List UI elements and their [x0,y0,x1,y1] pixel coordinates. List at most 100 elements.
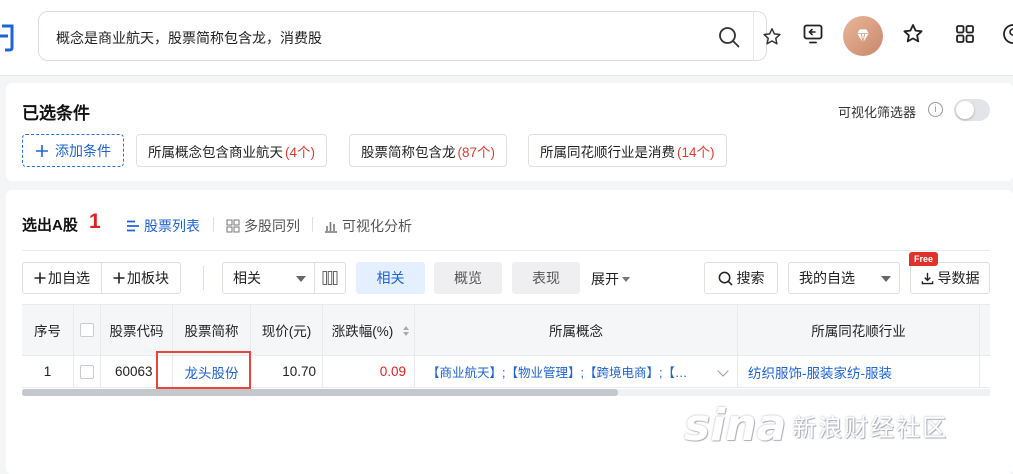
apps-grid-icon[interactable] [953,22,977,46]
my-watchlist-select[interactable]: 我的自选 [788,262,900,294]
sina-logo: sina [684,400,787,451]
view-related-button[interactable]: 相关 [356,262,425,294]
column-settings-button[interactable] [314,262,346,294]
search-icon[interactable] [717,25,741,49]
add-condition-label: 添加条件 [55,142,111,159]
top-header: 概念是商业航天，股票简称包含龙，消费股 [0,0,1013,76]
col-header-industry[interactable]: 所属同花顺行业 [738,305,980,355]
cell-concept[interactable]: 【商业航天】;【物业管理】;【跨境电商】;【… [415,356,738,387]
cell-checkbox[interactable] [74,356,101,387]
download-icon [921,272,933,284]
list-icon [127,220,139,232]
vip-diamond-badge[interactable] [843,16,883,56]
star-outline-icon [763,28,781,45]
plus-icon [113,272,125,284]
info-icon[interactable]: i [928,102,943,117]
app-logo[interactable] [0,20,14,60]
tab-label: 多股同列 [244,218,300,234]
col-header-more [980,305,990,355]
my-watchlist-value: 我的自选 [799,270,855,286]
tab-visual-analysis[interactable]: 可视化分析 [324,216,412,236]
add-to-block-button[interactable]: 加板块 [101,263,180,293]
horizontal-scrollbar[interactable] [22,389,990,396]
col-header-change-label: 涨跌幅(%) [331,324,394,339]
chip-count: (87个) [457,144,496,160]
expand-button[interactable]: 展开 [591,269,630,289]
condition-chip-name[interactable]: 股票简称包含龙 (87个) [349,134,508,167]
results-divider [22,250,990,251]
add-to-watchlist-button[interactable]: 加自选 [23,263,101,293]
tab-label: 股票列表 [144,218,200,234]
industry-link[interactable]: 纺织服饰-服装家纺-服装 [738,356,980,387]
cell-price: 10.70 [251,356,323,387]
tab-stock-list[interactable]: 股票列表 [126,216,200,236]
cell-more [980,356,990,387]
sort-select-value: 相关 [233,270,261,286]
cell-index: 1 [22,356,74,387]
condition-chip-industry[interactable]: 所属同花顺行业是消费 (14个) [528,134,727,167]
col-header-name[interactable]: 股票简称 [173,305,251,355]
columns-icon [322,271,338,285]
search-input[interactable]: 概念是商业航天，股票简称包含龙，消费股 [56,28,322,48]
col-header-change[interactable]: 涨跌幅(%) [323,305,415,355]
row-checkbox[interactable] [80,364,94,379]
selected-conditions-panel: 已选条件 可视化筛选器 i 添加条件 所属概念包含商业航天 (4个) 股票简称包… [6,83,1013,181]
add-block-label: 加板块 [127,270,169,286]
plus-icon [36,144,48,157]
grid-icon [226,219,240,233]
search-label: 搜索 [736,270,765,286]
chip-count: (4个) [285,144,315,160]
results-table: 序号 股票代码 股票简称 现价(元) 涨跌幅(%) 所属概念 所属同花顺行业 1… [22,304,990,398]
chevron-down-icon[interactable] [717,365,729,377]
caret-down-icon [296,276,306,282]
caret-down-icon [881,276,891,282]
table-header: 序号 股票代码 股票简称 现价(元) 涨跌幅(%) 所属概念 所属同花顺行业 [22,304,990,356]
tab-divider [213,217,214,232]
col-header-checkbox[interactable] [74,305,101,355]
view-overview-button[interactable]: 概览 [434,262,502,294]
search-icon [718,271,733,286]
conditions-title: 已选条件 [22,104,90,123]
free-badge: Free [909,252,939,266]
tab-label: 可视化分析 [342,218,412,234]
tab-divider [312,217,313,232]
search-bar[interactable]: 概念是商业航天，股票简称包含龙，消费股 [38,11,781,61]
export-data-button[interactable]: 导数据 [910,262,990,294]
col-header-price[interactable]: 现价(元) [251,305,323,355]
concept-tags[interactable]: 【商业航天】;【物业管理】;【跨境电商】;【… [427,362,687,381]
chip-label: 所属概念包含商业航天 [148,144,283,160]
toolbar-divider [203,266,204,290]
chip-label: 股票简称包含龙 [361,144,456,160]
bar-chart-icon [325,222,337,233]
col-header-concept[interactable]: 所属概念 [415,305,738,355]
col-header-index: 序号 [22,305,74,355]
chip-count: (14个) [677,144,715,160]
table-search-button[interactable]: 搜索 [704,262,778,294]
add-condition-button[interactable]: 添加条件 [22,134,124,167]
sort-select[interactable]: 相关 [222,262,315,294]
col-header-code[interactable]: 股票代码 [101,305,173,355]
expand-label: 展开 [591,271,619,287]
condition-chip-concept[interactable]: 所属概念包含商业航天 (4个) [136,134,327,167]
view-performance-button[interactable]: 表现 [512,262,580,294]
results-title: 选出A股 [22,217,78,234]
tab-multi-stock[interactable]: 多股同列 [226,216,300,236]
export-label: 导数据 [937,270,980,286]
visual-filter-label: 可视化筛选器 [838,105,917,120]
screen-return-icon[interactable] [801,22,825,46]
user-icon[interactable] [1001,22,1013,46]
watch-button-group: 加自选 加板块 [22,262,181,294]
visual-filter-toggle[interactable] [954,99,990,121]
search-divider [753,12,754,60]
triangle-down-icon [622,276,630,282]
favorite-query-button[interactable] [757,22,787,52]
star-icon[interactable] [901,22,925,46]
select-all-checkbox[interactable] [80,323,94,337]
sort-icon [403,326,409,336]
results-count: 1 [89,210,101,233]
plus-icon [34,272,46,284]
sina-watermark: sina 新浪财经社区 [684,400,948,451]
diamond-icon [857,29,869,43]
scrollbar-thumb[interactable] [22,389,618,396]
highlight-box [156,351,251,389]
